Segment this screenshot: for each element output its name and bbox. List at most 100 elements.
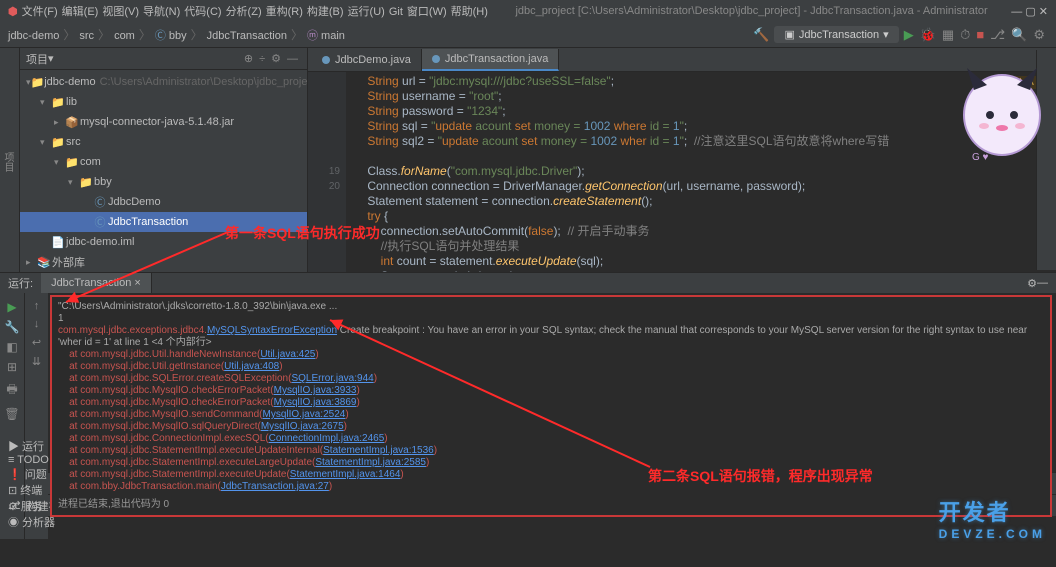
svg-text:G ♥: G ♥ bbox=[972, 152, 989, 163]
wrap-icon[interactable]: ↩ bbox=[32, 336, 41, 349]
tree-item[interactable]: ▾📁jdbc-demo C:\Users\Administrator\Deskt… bbox=[20, 72, 307, 92]
menu-item[interactable]: 视图(V) bbox=[102, 6, 139, 18]
close-button[interactable]: ✕ bbox=[1039, 6, 1048, 18]
tree-item[interactable]: ⒸJdbcTransaction bbox=[20, 212, 307, 232]
menu-item[interactable]: 文件(F) bbox=[22, 6, 58, 18]
menu-item[interactable]: 分析(Z) bbox=[226, 6, 262, 18]
console-cmdline: "C:\Users\Administrator\.jdks\corretto-1… bbox=[58, 301, 1044, 313]
left-gutter: 项目 bbox=[0, 48, 20, 272]
menu-item[interactable]: 编辑(E) bbox=[62, 6, 99, 18]
kuromi-sticker: G ♥ bbox=[952, 60, 1052, 170]
maximize-button[interactable]: ▢ bbox=[1025, 6, 1035, 18]
rerun-icon[interactable]: ▶ bbox=[7, 300, 16, 314]
sidebar-select-icon[interactable]: ⊕ bbox=[244, 52, 253, 65]
tree-item[interactable]: ▾📁lib bbox=[20, 92, 307, 112]
menu-item[interactable]: 帮助(H) bbox=[451, 6, 488, 18]
editor-area: JdbcDemo.javaJdbcTransaction.java 1920 S… bbox=[308, 48, 1056, 272]
stacktrace-link[interactable]: MysqlIO.java:3869 bbox=[274, 397, 357, 408]
sidebar-settings-icon[interactable]: ⚙ bbox=[271, 52, 281, 65]
code-editor[interactable]: 1920 String url = "jdbc:mysql:///jdbc?us… bbox=[308, 72, 1056, 272]
tree-item[interactable]: ▾📁bby bbox=[20, 172, 307, 192]
menu-item[interactable]: 构建(B) bbox=[307, 6, 344, 18]
run-hide-icon[interactable]: — bbox=[1037, 277, 1048, 289]
up-arrow-icon[interactable]: ↑ bbox=[34, 300, 40, 312]
app-logo: ⬢ bbox=[8, 5, 18, 18]
console-output[interactable]: "C:\Users\Administrator\.jdks\corretto-1… bbox=[50, 295, 1052, 517]
tool-window-button[interactable]: ❗ 问题 bbox=[8, 466, 55, 482]
tool-window-button[interactable]: ◉ 分析器 bbox=[8, 514, 55, 530]
watermark: 开发者 DEVZE.COM bbox=[939, 495, 1046, 541]
menu-item[interactable]: 代码(C) bbox=[184, 6, 221, 18]
menu-item[interactable]: 重构(R) bbox=[266, 6, 303, 18]
project-tool-button[interactable]: 项目 bbox=[0, 152, 15, 172]
stacktrace-link[interactable]: ConnectionImpl.java:2465 bbox=[269, 433, 385, 444]
stacktrace-link[interactable]: StatementImpl.java:1536 bbox=[323, 445, 434, 456]
run-tab[interactable]: JdbcTransaction × bbox=[41, 273, 152, 293]
tool-window-button[interactable]: ⊡ 终端 bbox=[8, 482, 55, 498]
sidebar-title: 项目 bbox=[26, 51, 48, 67]
profile-icon[interactable]: ⏱ bbox=[960, 27, 970, 43]
breadcrumb-item[interactable]: com bbox=[114, 30, 135, 42]
stop-icon-small[interactable]: ◧ bbox=[6, 340, 17, 354]
tree-item[interactable]: 📄jdbc-demo.iml bbox=[20, 232, 307, 252]
run-panel: 运行: JdbcTransaction × ⚙ — ▶ 🔧 ◧ ⊞ 🖶 🗑 ↑ … bbox=[0, 272, 1056, 472]
tree-item[interactable]: ▸📚外部库 bbox=[20, 252, 307, 272]
stacktrace-link[interactable]: StatementImpl.java:1464 bbox=[290, 469, 401, 480]
tree-item[interactable]: ⒸJdbcDemo bbox=[20, 192, 307, 212]
stacktrace-link[interactable]: Util.java:425 bbox=[260, 349, 315, 360]
git-branch-icon[interactable]: ⎇ bbox=[990, 27, 1005, 43]
tool-window-button[interactable]: ≡ TODO bbox=[8, 454, 55, 466]
git-status-icon[interactable]: ⎇ bbox=[8, 499, 21, 512]
stacktrace-link[interactable]: MysqlIO.java:2675 bbox=[261, 421, 344, 432]
coverage-icon[interactable]: ▦ bbox=[942, 27, 954, 43]
console-output-1: 1 bbox=[58, 313, 1044, 325]
gutter: 1920 bbox=[308, 72, 346, 272]
menu-item[interactable]: 运行(U) bbox=[348, 6, 385, 18]
breadcrumb-item[interactable]: JdbcTransaction bbox=[207, 30, 287, 42]
menu-item[interactable]: 窗口(W) bbox=[407, 6, 447, 18]
trash-icon[interactable]: 🗑 bbox=[4, 407, 19, 421]
debug-button[interactable]: 🐞 bbox=[920, 27, 936, 43]
toolbar: jdbc-demo〉src〉com〉Ⓒ bby〉JdbcTransaction〉… bbox=[0, 22, 1056, 48]
sidebar-hide-icon[interactable]: — bbox=[287, 53, 298, 65]
menubar: ⬢ 文件(F) 编辑(E)视图(V) 导航(N) 代码(C) 分析(Z) 重构(R) 构建(… bbox=[0, 0, 1056, 22]
tool-window-button[interactable]: ▶ 运行 bbox=[8, 438, 55, 454]
stacktrace-link[interactable]: JdbcTransaction.java:27 bbox=[221, 481, 329, 492]
run-settings-icon[interactable]: ⚙ bbox=[1027, 277, 1037, 290]
stacktrace-link[interactable]: MysqlIO.java:2524 bbox=[263, 409, 346, 420]
tree-item[interactable]: ▸📦mysql-connector-java-5.1.48.jar bbox=[20, 112, 307, 132]
scroll-icon[interactable]: ⇊ bbox=[32, 355, 41, 368]
stacktrace-link[interactable]: SQLError.java:944 bbox=[291, 373, 373, 384]
breadcrumb-item[interactable]: Ⓒ bby bbox=[155, 30, 187, 42]
breadcrumb-item[interactable]: jdbc-demo bbox=[8, 30, 59, 42]
run-button[interactable]: ▶ bbox=[904, 27, 914, 43]
stop-button[interactable]: ■ bbox=[976, 27, 984, 42]
down-arrow-icon[interactable]: ↓ bbox=[34, 318, 40, 330]
minimize-button[interactable]: — bbox=[1011, 6, 1022, 18]
run-label: 运行: bbox=[8, 275, 33, 291]
search-icon[interactable]: 🔍 bbox=[1011, 27, 1027, 43]
menu-item[interactable]: Git bbox=[389, 6, 403, 18]
tree-item[interactable]: ▾📁src bbox=[20, 132, 307, 152]
layout-icon[interactable]: ⊞ bbox=[7, 360, 17, 374]
print-icon[interactable]: 🖶 bbox=[6, 380, 17, 401]
window-controls: — ▢ ✕ bbox=[1011, 5, 1048, 18]
sidebar-collapse-icon[interactable]: ÷ bbox=[259, 53, 265, 65]
exception-link[interactable]: MySQLSyntaxErrorException bbox=[207, 325, 337, 336]
stacktrace-link[interactable]: MysqlIO.java:3933 bbox=[274, 385, 357, 396]
hammer-icon[interactable]: 🔨 bbox=[753, 27, 769, 43]
menu-item[interactable]: 导航(N) bbox=[143, 6, 180, 18]
window-title: jdbc_project [C:\Users\Administrator\Des… bbox=[492, 5, 1011, 17]
stacktrace-link[interactable]: StatementImpl.java:2585 bbox=[315, 457, 426, 468]
stacktrace-link[interactable]: Util.java:408 bbox=[224, 361, 279, 372]
run-config-selector[interactable]: ▣ JdbcTransaction ▾ bbox=[774, 26, 898, 43]
settings-icon[interactable]: ⚙ bbox=[1033, 27, 1045, 43]
editor-tabs: JdbcDemo.javaJdbcTransaction.java bbox=[308, 48, 1056, 72]
project-sidebar: 项目 ▾ ⊕ ÷ ⚙ — ▾📁jdbc-demo C:\Users\Admini… bbox=[20, 48, 308, 272]
tool-icon[interactable]: 🔧 bbox=[5, 320, 20, 334]
breadcrumb-item[interactable]: ⓜ main bbox=[307, 30, 345, 42]
tree-item[interactable]: ▾📁com bbox=[20, 152, 307, 172]
editor-tab[interactable]: JdbcDemo.java bbox=[312, 49, 422, 71]
breadcrumb-item[interactable]: src bbox=[79, 30, 94, 42]
editor-tab[interactable]: JdbcTransaction.java bbox=[422, 49, 560, 71]
